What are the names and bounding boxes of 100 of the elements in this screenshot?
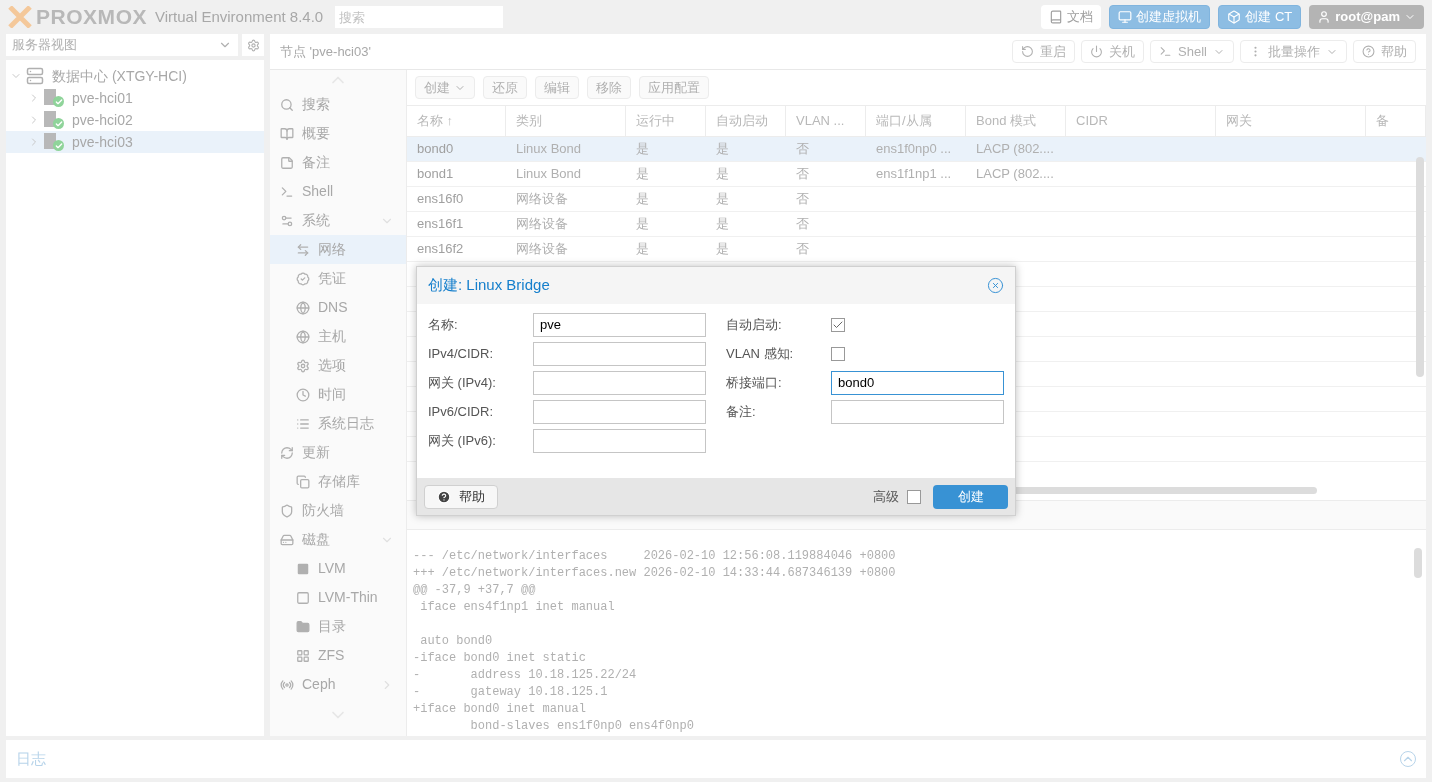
diff-line: -iface bond0 inet static: [413, 650, 586, 667]
input-field[interactable]: [533, 370, 706, 395]
toolbar-button[interactable]: 应用配置: [639, 76, 709, 99]
nav-item[interactable]: 网络: [270, 235, 406, 264]
note-icon: [280, 155, 294, 170]
input-field[interactable]: bond0: [831, 370, 1004, 395]
toolbar-button[interactable]: 帮助: [1353, 40, 1416, 63]
settings-button[interactable]: [242, 34, 264, 56]
doc-icon: [1049, 10, 1064, 24]
nav-item[interactable]: 凭证: [270, 264, 406, 293]
user-menu[interactable]: root@pam: [1309, 5, 1424, 29]
tree-item[interactable]: 数据中心 (XTGY-HCI): [6, 65, 264, 87]
toolbar-button[interactable]: 重启: [1012, 40, 1076, 63]
column-header[interactable]: Bond 模式: [966, 106, 1066, 136]
globe-icon: [296, 329, 310, 344]
scrollbar[interactable]: [1416, 157, 1424, 377]
toolbar-button[interactable]: 批量操作: [1240, 40, 1347, 63]
table-cell-text: 否: [795, 240, 810, 259]
column-header[interactable]: 备: [1366, 106, 1426, 136]
diff-line: --- /etc/network/interfaces 2026-02-10 12:56:08.119884046 +0800: [413, 548, 896, 565]
column-header[interactable]: 运行中: [626, 106, 706, 136]
diff-line: iface ens4f1np1 inet manual: [419, 599, 615, 616]
column-header[interactable]: 类别: [506, 106, 626, 136]
nav-item[interactable]: 备注: [270, 148, 406, 177]
user-icon: [1317, 10, 1332, 24]
toolbar-button[interactable]: 创建: [415, 76, 475, 99]
advanced-label: 高级: [873, 487, 899, 506]
checkbox[interactable]: [831, 346, 845, 361]
diff-line: +++ /etc/network/interfaces.new 2026-02-10 14:33:44.687346139 +0800: [413, 565, 896, 582]
column-header[interactable]: VLAN ...: [786, 106, 866, 136]
help-button[interactable]: 帮助: [424, 484, 498, 509]
header-button[interactable]: 文档: [1041, 5, 1102, 29]
view-select[interactable]: 服务器视图: [6, 34, 238, 56]
scrollbar[interactable]: [1414, 548, 1422, 578]
close-icon[interactable]: [987, 277, 1004, 294]
toolbar-button[interactable]: 关机: [1081, 40, 1145, 63]
nav-item[interactable]: 目录: [270, 612, 406, 641]
logo: PROXMOX: [36, 4, 148, 31]
header-button[interactable]: 创建 CT: [1218, 5, 1302, 29]
nav-item[interactable]: 概要: [270, 119, 406, 148]
table-cell-text: Linux Bond: [515, 165, 583, 184]
nav-item[interactable]: LVM-Thin: [270, 583, 406, 612]
table-cell-text: 是: [715, 165, 730, 184]
input-field[interactable]: [533, 428, 706, 453]
table-cell-text: 否: [795, 190, 810, 209]
nav-item[interactable]: 时间: [270, 380, 406, 409]
field-label: 自动启动:: [726, 315, 783, 334]
nav-item[interactable]: 主机: [270, 322, 406, 351]
tree-item[interactable]: pve-hci01: [6, 87, 264, 109]
create-button[interactable]: 创建: [933, 484, 1008, 509]
nav-item[interactable]: 存储库: [270, 467, 406, 496]
nav-item[interactable]: DNS: [270, 293, 406, 322]
nav-item[interactable]: LVM: [270, 554, 406, 583]
table-cell-text: 是: [635, 165, 650, 184]
header-button[interactable]: 创建虚拟机: [1109, 5, 1211, 29]
gear-icon: [296, 358, 310, 373]
table-row[interactable]: bond0 Linux Bond 是 是 否 ens1f0np0 ... LACP (802....: [407, 137, 1426, 162]
diff-line: bond-slaves ens1f0np0 ens4f0np0: [469, 718, 694, 735]
nav-item[interactable]: 防火墙: [270, 496, 406, 525]
diff-line: @@ -37,9 +37,7 @@: [413, 582, 536, 599]
tree-item[interactable]: pve-hci02: [6, 109, 264, 131]
tree-label: pve-hci01: [72, 88, 133, 108]
field-label: 网关 (IPv6):: [428, 431, 497, 450]
nav-item[interactable]: 选项: [270, 351, 406, 380]
toolbar-button[interactable]: 还原: [483, 76, 527, 99]
table-cell-text: 网络设备: [515, 190, 569, 209]
shell-icon: [1159, 45, 1173, 58]
toolbar-button[interactable]: 编辑: [535, 76, 579, 99]
nav-item[interactable]: 系统日志: [270, 409, 406, 438]
nav-item[interactable]: Ceph: [270, 670, 406, 699]
diff-line: - gateway 10.18.125.1: [413, 684, 608, 701]
refresh-icon: [280, 445, 294, 460]
checkbox[interactable]: [831, 317, 845, 332]
column-header[interactable]: 名称 ↑: [407, 106, 506, 136]
toolbar-button[interactable]: Shell: [1150, 40, 1234, 63]
nav-item[interactable]: Shell: [270, 177, 406, 206]
input-field[interactable]: [533, 341, 706, 366]
column-header[interactable]: 端口/从属: [866, 106, 966, 136]
input-field[interactable]: pve: [533, 312, 706, 337]
column-header[interactable]: 自动启动: [706, 106, 786, 136]
column-header[interactable]: 网关: [1216, 106, 1366, 136]
nav-item[interactable]: 更新: [270, 438, 406, 467]
table-cell-text: 是: [715, 140, 730, 159]
tree-label: pve-hci02: [72, 110, 133, 130]
advanced-checkbox[interactable]: [907, 489, 921, 504]
nav-item[interactable]: ZFS: [270, 641, 406, 670]
square-icon: [296, 590, 310, 605]
input-field[interactable]: [533, 399, 706, 424]
nav-item[interactable]: 搜索: [270, 90, 406, 119]
search-field[interactable]: 搜索: [335, 6, 504, 28]
toolbar-button[interactable]: 移除: [587, 76, 631, 99]
panel-title: 节点 'pve-hci03': [280, 42, 372, 61]
input-field[interactable]: [831, 399, 1004, 424]
nav-item[interactable]: 磁盘: [270, 525, 406, 554]
nav-item[interactable]: 系统: [270, 206, 406, 235]
reboot-icon: [1021, 45, 1035, 58]
list-icon: [296, 416, 310, 431]
tree-item[interactable]: pve-hci03: [6, 131, 264, 153]
field-label: 桥接端口:: [726, 373, 783, 392]
column-header[interactable]: CIDR: [1066, 106, 1216, 136]
